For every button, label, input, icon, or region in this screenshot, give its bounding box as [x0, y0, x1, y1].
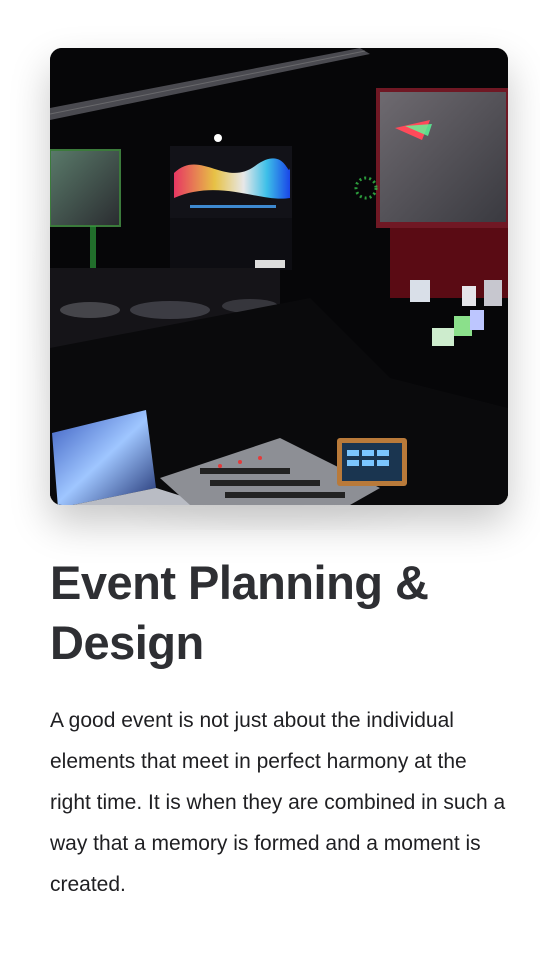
- section-title: Event Planning & Design: [50, 556, 429, 669]
- event-stage-illustration: [50, 48, 508, 505]
- hero-photo: [50, 48, 508, 505]
- section-description: A good event is not just about the indiv…: [50, 709, 506, 896]
